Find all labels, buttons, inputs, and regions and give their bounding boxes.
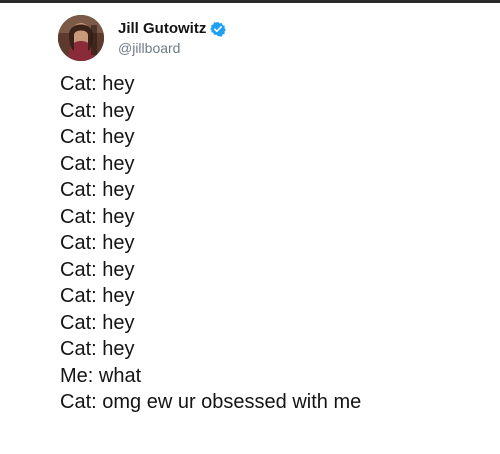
tweet: Jill Gutowitz @jillboard Cat: hey Cat: h… <box>0 0 500 454</box>
name-row: Jill Gutowitz <box>118 20 227 37</box>
tweet-line: Cat: hey <box>60 179 135 201</box>
tweet-line: Cat: hey <box>60 258 135 281</box>
tweet-header: Jill Gutowitz @jillboard <box>58 14 227 62</box>
tweet-line: Cat: hey <box>60 205 135 228</box>
tweet-line: Cat: hey <box>60 285 135 307</box>
tweet-line: Cat: hey <box>60 338 135 360</box>
tweet-line: Cat: hey <box>60 232 135 254</box>
author-names: Jill Gutowitz @jillboard <box>118 20 227 56</box>
tweet-line: Cat: hey <box>60 99 135 122</box>
tweet-line: Cat: hey <box>60 152 135 175</box>
tweet-line: Cat: hey <box>60 311 135 334</box>
verified-badge-icon <box>210 21 227 37</box>
display-name[interactable]: Jill Gutowitz <box>118 20 206 37</box>
tweet-line: Cat: omg ew ur obsessed with me <box>60 391 362 413</box>
tweet-line: Cat: hey <box>60 126 135 148</box>
tweet-text: Cat: hey Cat: hey Cat: hey Cat: hey Cat:… <box>60 71 490 416</box>
tweet-line: Cat: hey <box>60 73 135 95</box>
tweet-line: Me: what <box>60 364 142 387</box>
avatar[interactable] <box>58 15 104 61</box>
user-handle[interactable]: @jillboard <box>118 40 226 56</box>
